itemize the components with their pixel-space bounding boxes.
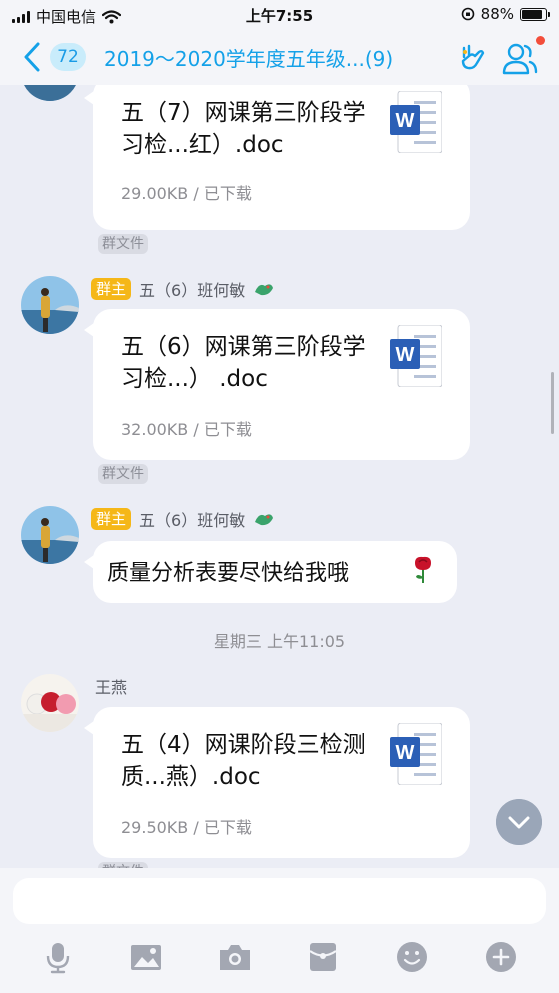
file-name: 五（4）网课阶段三检测质...燕）.doc [121, 732, 366, 790]
sender-name[interactable]: 五（6）班何敏 [139, 277, 245, 301]
group-file-tag: 群文件 [98, 464, 148, 484]
file-meta: 29.50KB / 已下载 [121, 818, 252, 837]
word-doc-icon: W [390, 325, 442, 387]
svg-text:W: W [396, 110, 415, 132]
dragon-badge-icon [255, 284, 274, 296]
avatar[interactable] [21, 506, 79, 564]
text-message-bubble[interactable]: 质量分析表要尽快给我哦 [84, 541, 457, 603]
sender-row: 王燕 [95, 674, 127, 698]
chat-title[interactable]: 2019～2020学年度五年级...(9) [104, 43, 434, 72]
word-doc-icon: W [390, 91, 442, 153]
file-meta: 32.00KB / 已下载 [121, 420, 252, 439]
file-message-bubble[interactable]: 五（4）网课阶段三检测质...燕）.doc 29.50KB / 已下载 W [84, 707, 470, 858]
dragon-badge-icon [255, 514, 274, 526]
notification-dot [536, 36, 545, 45]
sender-row: 群主 五（6）班何敏 [91, 507, 275, 531]
orientation-lock-icon [461, 7, 474, 21]
status-bar: 中国电信 上午7:55 88% [0, 0, 559, 30]
rose-emoji-icon [415, 556, 431, 583]
chevron-left-icon[interactable] [18, 40, 48, 74]
chat-header: 72 2019～2020学年度五年级...(9) [0, 30, 559, 85]
group-members-icon[interactable] [500, 40, 540, 76]
file-message-bubble[interactable]: 五（7）网课第三阶段学习检...红）.doc 29.00KB / 已下载 W [84, 85, 470, 230]
plus-icon[interactable] [484, 940, 518, 974]
word-doc-icon: W [390, 723, 442, 785]
avatar[interactable] [21, 276, 79, 334]
file-name: 五（7）网课第三阶段学习检...红）.doc [121, 100, 366, 158]
red-packet-icon[interactable] [306, 940, 340, 974]
time-divider: 星期三 上午11:05 [213, 632, 346, 651]
battery-fill [522, 9, 543, 19]
file-name: 五（6）网课第三阶段学习检...） .doc [121, 334, 366, 392]
sender-row: 群主 五（6）班何敏 [91, 277, 275, 301]
group-owner-badge: 群主 [91, 278, 132, 300]
file-meta: 29.00KB / 已下载 [121, 184, 252, 203]
microphone-icon[interactable] [41, 940, 75, 974]
camera-icon[interactable] [218, 940, 252, 974]
input-panel [0, 868, 559, 993]
battery-icon [520, 7, 550, 21]
avatar[interactable] [21, 85, 79, 101]
battery-percent: 88% [480, 5, 514, 23]
hand-gesture-icon[interactable] [458, 42, 488, 72]
sender-name[interactable]: 五（6）班何敏 [139, 507, 245, 531]
scrollbar[interactable] [551, 372, 554, 434]
avatar[interactable] [21, 674, 79, 732]
svg-text:W: W [396, 344, 415, 366]
file-message-bubble[interactable]: 五（6）网课第三阶段学习检...） .doc 32.00KB / 已下载 W [84, 309, 470, 460]
image-icon[interactable] [129, 940, 163, 974]
status-right: 88% [461, 5, 550, 23]
group-file-tag: 群文件 [98, 234, 148, 254]
chat-area[interactable]: 五（7）网课第三阶段学习检...红）.doc 29.00KB / 已下载 W 群… [0, 85, 559, 875]
scroll-to-bottom-button[interactable] [496, 799, 542, 845]
group-owner-badge: 群主 [91, 508, 132, 530]
unread-count-badge[interactable]: 72 [50, 43, 86, 71]
emoji-icon[interactable] [395, 940, 429, 974]
message-text: 质量分析表要尽快给我哦 [107, 561, 350, 586]
svg-text:W: W [396, 742, 415, 764]
message-input[interactable] [13, 878, 546, 924]
sender-name[interactable]: 王燕 [95, 674, 127, 698]
